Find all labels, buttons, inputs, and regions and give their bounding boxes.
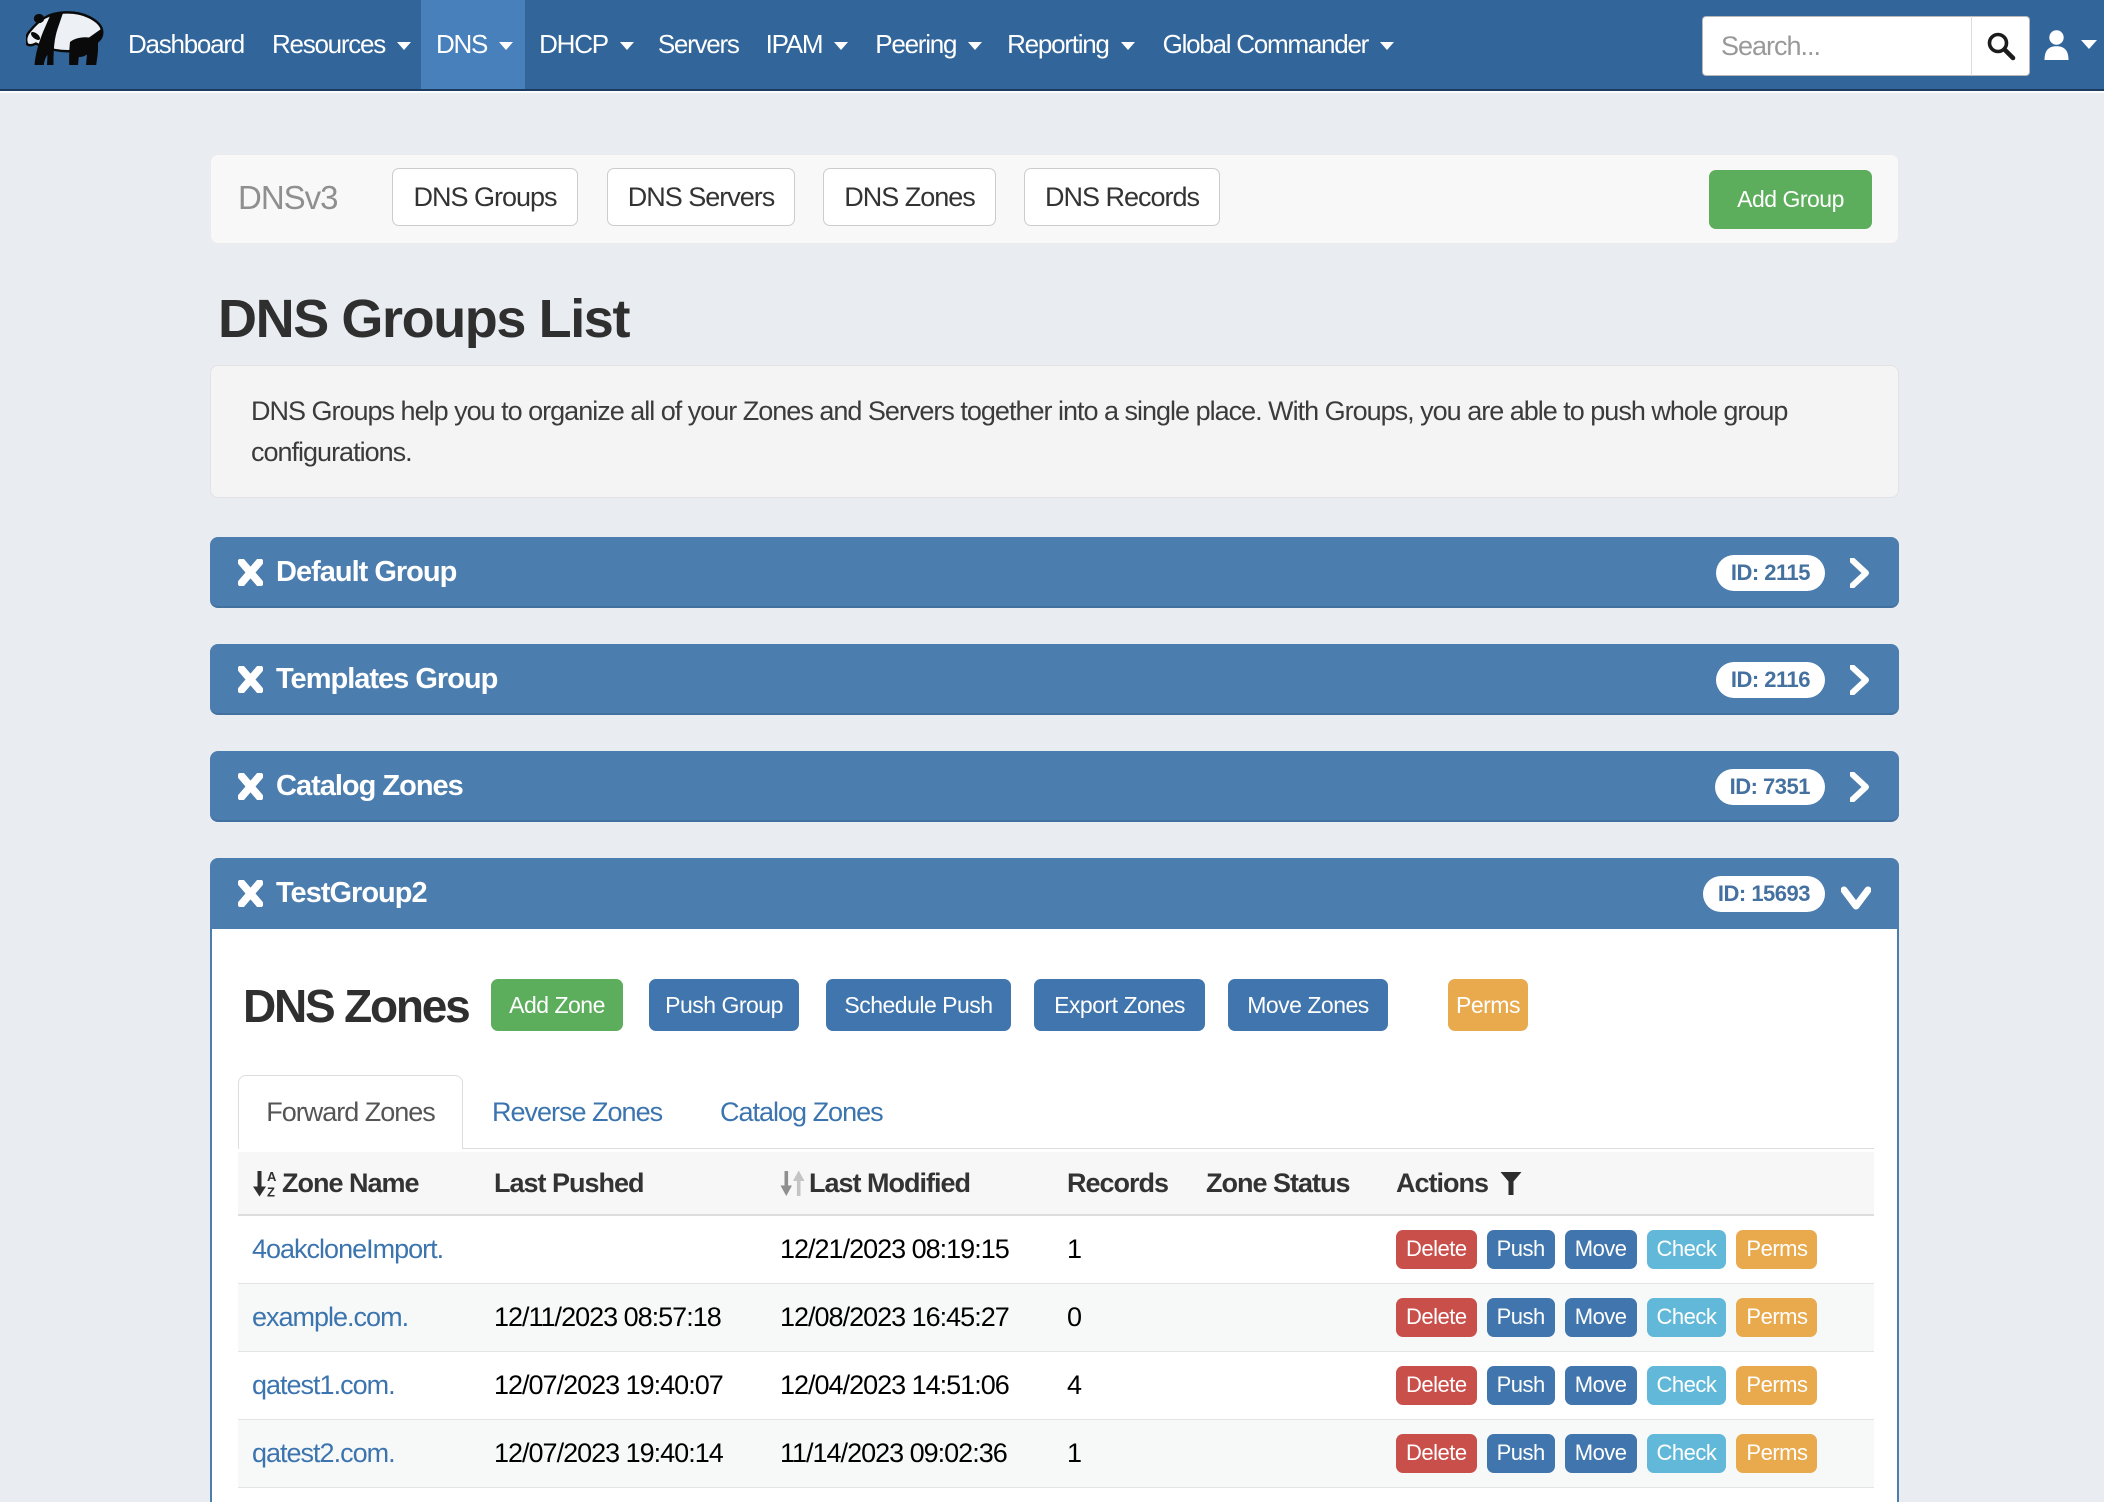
svg-text:Z: Z — [267, 1184, 275, 1197]
svg-text:A: A — [267, 1170, 277, 1184]
